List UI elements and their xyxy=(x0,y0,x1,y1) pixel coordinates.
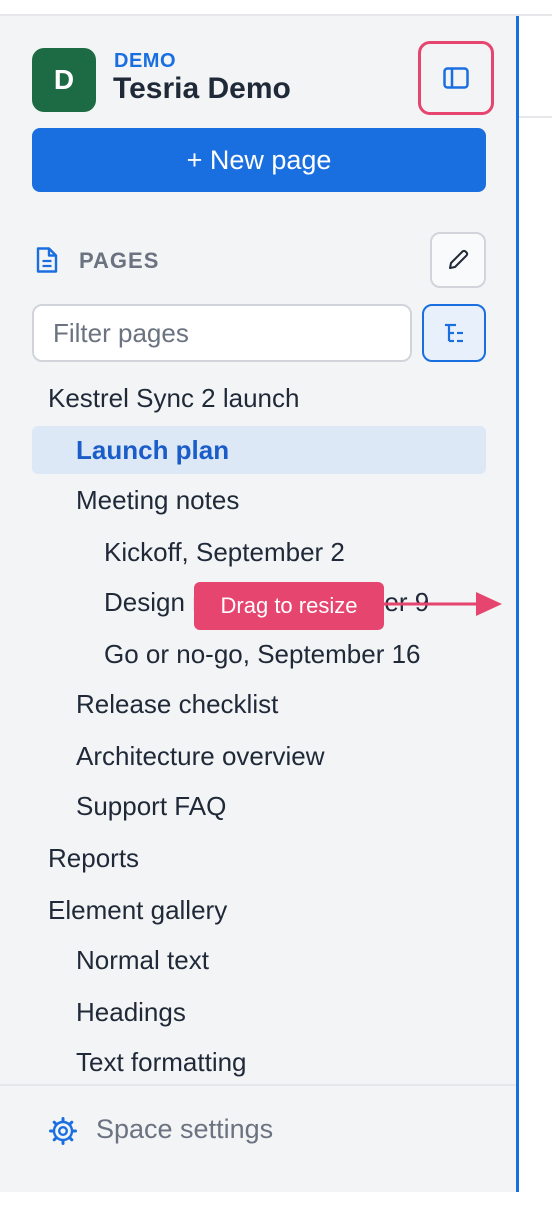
tree-item[interactable]: Element gallery xyxy=(48,886,227,934)
pages-section-title: PAGES xyxy=(79,248,160,273)
space-settings-link[interactable]: Space settings xyxy=(96,1114,273,1145)
tree-item[interactable]: Kickoff, September 2 xyxy=(104,528,345,576)
tree-item[interactable]: Headings xyxy=(76,988,186,1036)
tree-item[interactable]: Go or no-go, September 16 xyxy=(104,630,421,678)
tree-item[interactable]: Kestrel Sync 2 launch xyxy=(48,374,299,422)
tree-item[interactable]: Support FAQ xyxy=(76,782,226,830)
tree-item-selected[interactable]: Launch plan xyxy=(32,426,486,474)
new-page-button[interactable]: + New page xyxy=(32,128,486,192)
tree-view-toggle[interactable] xyxy=(422,304,486,362)
sidebar-collapse-icon xyxy=(443,67,469,89)
document-icon xyxy=(36,247,58,273)
top-bar xyxy=(0,0,552,16)
space-key: DEMO xyxy=(114,50,176,72)
tree-item[interactable]: Architecture overview xyxy=(76,732,325,780)
bottom-strip xyxy=(0,1192,552,1208)
edit-pages-button[interactable] xyxy=(430,232,486,288)
filter-pages-input[interactable] xyxy=(32,304,412,362)
collapse-sidebar-button[interactable] xyxy=(418,41,494,115)
pencil-icon xyxy=(449,249,469,269)
arrow-right-icon xyxy=(384,592,502,616)
tree-view-icon xyxy=(445,323,463,343)
tree-item[interactable]: Reports xyxy=(48,834,139,882)
resize-tooltip: Drag to resize xyxy=(194,582,384,630)
tree-item[interactable]: Normal text xyxy=(76,936,209,984)
main-header-divider xyxy=(519,116,552,118)
space-avatar[interactable]: D xyxy=(32,48,96,112)
tree-item[interactable]: Release checklist xyxy=(76,680,278,728)
footer-divider xyxy=(0,1084,516,1086)
sidebar-resize-handle[interactable] xyxy=(516,16,519,1192)
tree-item[interactable]: Text formatting xyxy=(76,1038,247,1086)
tree-item[interactable]: Meeting notes xyxy=(76,476,239,524)
space-name[interactable]: Tesria Demo xyxy=(113,72,291,106)
gear-icon xyxy=(49,1117,77,1145)
